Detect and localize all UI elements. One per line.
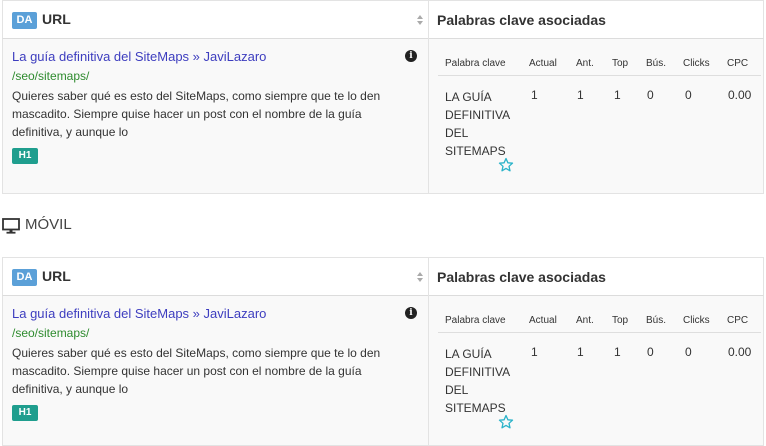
- table-header: DA URL Palabras clave asociadas: [2, 0, 764, 39]
- keywords-table-header: Palabra clave Actual Ant. Top Bús. Click…: [438, 50, 761, 76]
- da-badge: DA: [12, 12, 37, 29]
- star-icon[interactable]: [498, 157, 514, 173]
- info-icon[interactable]: i: [405, 50, 417, 62]
- bus-cell: 0: [647, 88, 654, 102]
- keywords-table: Palabra clave Actual Ant. Top Bús. Click…: [438, 50, 761, 176]
- col-actual: Actual: [529, 315, 557, 326]
- col-keyword: Palabra clave: [445, 315, 506, 326]
- clicks-cell: 0: [685, 88, 692, 102]
- col-clicks: Clicks: [683, 315, 710, 326]
- results-panel-mobile: DA URL Palabras clave asociadas La guía …: [2, 257, 764, 446]
- cpc-cell: 0.00: [728, 345, 752, 359]
- star-icon[interactable]: [498, 414, 514, 430]
- col-ant: Ant.: [576, 58, 594, 69]
- page-title-link[interactable]: La guía definitiva del SiteMaps » JaviLa…: [12, 306, 266, 321]
- section-label: MÓVIL: [25, 216, 72, 233]
- bus-cell: 0: [647, 345, 654, 359]
- col-bus: Bús.: [646, 58, 667, 69]
- keywords-header-label: Palabras clave asociadas: [437, 12, 606, 28]
- keywords-table-header: Palabra clave Actual Ant. Top Bús. Click…: [438, 307, 761, 333]
- url-column-header[interactable]: DA URL: [3, 1, 429, 39]
- col-clicks: Clicks: [683, 58, 710, 69]
- col-top: Top: [612, 315, 629, 326]
- url-cell: La guía definitiva del SiteMaps » JaviLa…: [3, 39, 429, 193]
- result-row: La guía definitiva del SiteMaps » JaviLa…: [2, 39, 764, 194]
- col-cpc: CPC: [727, 315, 749, 326]
- ant-cell: 1: [577, 345, 584, 359]
- url-header-label: URL: [42, 11, 71, 27]
- page-path: /seo/sitemaps/: [12, 326, 90, 340]
- cpc-cell: 0.00: [728, 88, 752, 102]
- h1-badge: H1: [12, 148, 38, 164]
- col-actual: Actual: [529, 58, 557, 69]
- h1-badge: H1: [12, 405, 38, 421]
- keyword-cell: LA GUÍA DEFINITIVA DEL SITEMAPS: [445, 90, 510, 158]
- table-header: DA URL Palabras clave asociadas: [2, 257, 764, 296]
- da-badge: DA: [12, 269, 37, 286]
- page-description: Quieres saber qué es esto del SiteMaps, …: [12, 346, 381, 396]
- keyword-cell: LA GUÍA DEFINITIVA DEL SITEMAPS: [445, 347, 510, 415]
- col-cpc: CPC: [727, 58, 749, 69]
- actual-cell: 1: [531, 88, 538, 102]
- table-row: LA GUÍA DEFINITIVA DEL SITEMAPS 1 1 1 0 …: [438, 76, 761, 176]
- monitor-icon: [2, 218, 20, 234]
- keywords-header-label: Palabras clave asociadas: [437, 269, 606, 285]
- table-row: LA GUÍA DEFINITIVA DEL SITEMAPS 1 1 1 0 …: [438, 333, 761, 433]
- col-keyword: Palabra clave: [445, 58, 506, 69]
- col-ant: Ant.: [576, 315, 594, 326]
- top-cell: 1: [614, 345, 621, 359]
- clicks-cell: 0: [685, 345, 692, 359]
- keywords-table: Palabra clave Actual Ant. Top Bús. Click…: [438, 307, 761, 433]
- url-column-header[interactable]: DA URL: [3, 258, 429, 296]
- page-path: /seo/sitemaps/: [12, 69, 90, 83]
- col-bus: Bús.: [646, 315, 667, 326]
- top-cell: 1: [614, 88, 621, 102]
- sort-icon[interactable]: [416, 271, 424, 283]
- url-cell: La guía definitiva del SiteMaps » JaviLa…: [3, 296, 429, 445]
- actual-cell: 1: [531, 345, 538, 359]
- url-header-label: URL: [42, 268, 71, 284]
- page-description: Quieres saber qué es esto del SiteMaps, …: [12, 89, 381, 139]
- ant-cell: 1: [577, 88, 584, 102]
- results-panel-desktop: DA URL Palabras clave asociadas La guía …: [2, 0, 764, 194]
- sort-icon[interactable]: [416, 14, 424, 26]
- info-icon[interactable]: i: [405, 307, 417, 319]
- page-title-link[interactable]: La guía definitiva del SiteMaps » JaviLa…: [12, 49, 266, 64]
- result-row: La guía definitiva del SiteMaps » JaviLa…: [2, 296, 764, 446]
- col-top: Top: [612, 58, 629, 69]
